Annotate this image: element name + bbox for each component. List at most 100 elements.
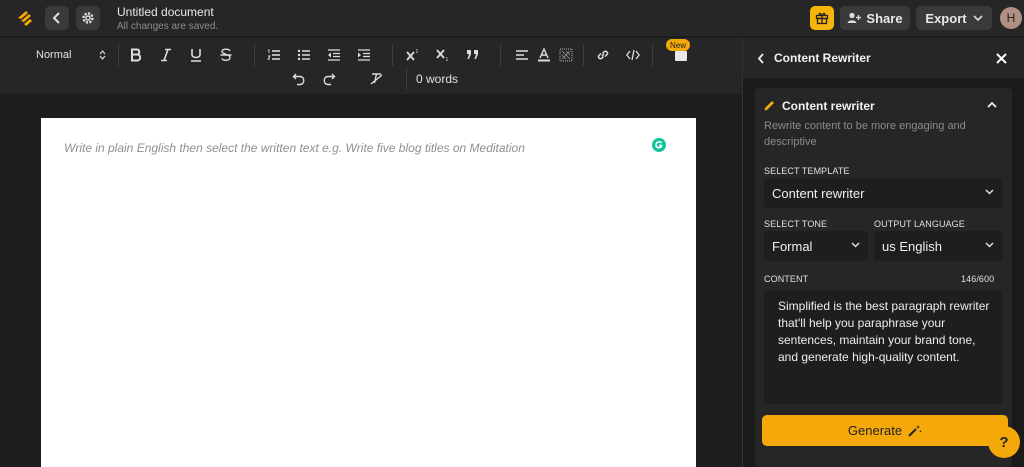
align-left-icon: [516, 50, 528, 60]
back-chevron-icon[interactable]: [757, 53, 765, 64]
bullet-list-icon: [297, 49, 310, 61]
ordered-list-icon: [267, 49, 280, 60]
bold-button[interactable]: [126, 45, 146, 65]
settings-button[interactable]: [76, 6, 100, 30]
generate-label: Generate: [847, 423, 903, 438]
toolbar-divider: [406, 68, 407, 90]
code-icon: [626, 49, 640, 61]
text-color-button[interactable]: [534, 45, 554, 65]
toolbar-divider: [500, 44, 501, 66]
ordered-list-button[interactable]: [264, 45, 284, 65]
chevron-down-icon: [985, 189, 994, 195]
toolbar-divider: [392, 44, 393, 66]
superscript-button[interactable]: 1: [403, 45, 423, 65]
chevron-up-icon[interactable]: [987, 101, 997, 108]
strikethrough-icon: [220, 48, 232, 61]
chevron-down-icon: [973, 15, 983, 22]
language-label: OUTPUT LANGUAGE: [874, 219, 965, 229]
content-label: CONTENT: [764, 274, 809, 284]
subscript-button[interactable]: 1: [433, 45, 453, 65]
tone-label: SELECT TONE: [764, 219, 828, 229]
pencil-icon: [764, 101, 774, 111]
language-value: us English: [882, 238, 942, 254]
link-icon: [597, 50, 609, 60]
card-title: Content rewriter: [782, 99, 875, 113]
chevron-down-icon: [985, 242, 994, 248]
grammarly-icon[interactable]: [652, 138, 666, 152]
indent-button[interactable]: [354, 45, 374, 65]
text-color-icon: [538, 48, 550, 62]
link-button[interactable]: [593, 45, 613, 65]
quote-icon: [467, 50, 478, 59]
simplified-logo-icon[interactable]: [14, 8, 36, 30]
template-select[interactable]: Content rewriter: [764, 178, 1002, 208]
share-label: Share: [866, 10, 903, 26]
template-value: Content rewriter: [772, 185, 865, 201]
avatar[interactable]: H: [1000, 7, 1022, 29]
code-button[interactable]: [623, 45, 643, 65]
blockquote-button[interactable]: [463, 45, 483, 65]
underline-icon: [191, 49, 201, 62]
highlight-icon: [559, 48, 573, 62]
tone-select[interactable]: Formal: [764, 231, 868, 261]
clear-format-icon: [370, 73, 383, 85]
gift-button[interactable]: [810, 6, 834, 30]
clear-format-button[interactable]: [367, 69, 387, 89]
chevron-down-icon: [851, 242, 860, 248]
outdent-button[interactable]: [324, 45, 344, 65]
add-user-icon: [847, 12, 862, 23]
underline-button[interactable]: [186, 45, 206, 65]
panel-header: Content Rewriter: [743, 38, 1024, 78]
top-bar: Untitled document All changes are saved.…: [0, 0, 1024, 37]
template-label: SELECT TEMPLATE: [764, 166, 850, 176]
grammarly-g-icon: [655, 141, 663, 149]
text-style-value: Normal: [36, 49, 72, 61]
share-button[interactable]: Share: [840, 6, 910, 30]
generate-button[interactable]: Generate: [762, 415, 1008, 446]
panel-title: Content Rewriter: [774, 51, 871, 65]
back-button[interactable]: [45, 6, 69, 30]
italic-icon: [161, 48, 171, 62]
toolbar-divider: [583, 44, 584, 66]
svg-text:1: 1: [446, 57, 449, 62]
document-title[interactable]: Untitled document: [117, 5, 214, 19]
redo-button[interactable]: [319, 69, 339, 89]
language-select[interactable]: us English: [874, 231, 1002, 261]
toolbar-divider: [254, 44, 255, 66]
save-status: All changes are saved.: [117, 21, 219, 32]
tone-value: Formal: [772, 238, 813, 254]
magic-wand-icon: [908, 425, 922, 437]
highlight-button[interactable]: [556, 45, 576, 65]
content-textarea[interactable]: Simplified is the best paragraph rewrite…: [764, 290, 1002, 404]
strikethrough-button[interactable]: [216, 45, 236, 65]
italic-button[interactable]: [156, 45, 176, 65]
bold-icon: [131, 48, 142, 62]
outdent-icon: [328, 49, 340, 61]
new-feature-icon[interactable]: [675, 51, 687, 61]
subscript-icon: 1: [436, 49, 449, 62]
undo-icon: [292, 73, 305, 86]
indent-icon: [358, 49, 370, 61]
help-button[interactable]: ?: [988, 426, 1020, 458]
close-icon[interactable]: [996, 53, 1007, 64]
gear-icon: [82, 12, 94, 24]
toolbar-divider: [118, 44, 119, 66]
svg-text:1: 1: [416, 49, 419, 55]
chevron-left-icon: [52, 12, 60, 24]
text-style-select[interactable]: Normal: [36, 45, 106, 65]
undo-button[interactable]: [289, 69, 309, 89]
content-char-count: 146/600: [961, 274, 995, 284]
updown-icon: [99, 50, 106, 60]
export-button[interactable]: Export: [916, 6, 992, 30]
word-count: 0 words: [416, 72, 459, 86]
superscript-icon: 1: [406, 49, 419, 61]
new-badge: New: [666, 39, 690, 51]
editor-placeholder: Write in plain English then select the w…: [64, 141, 525, 155]
bullet-list-button[interactable]: [294, 45, 314, 65]
editor-toolbar: Normal 1 1 New 0 words: [0, 38, 742, 94]
align-button[interactable]: [512, 45, 532, 65]
rewriter-card: Content rewriter Rewrite content to be m…: [755, 88, 1012, 467]
document-page[interactable]: Write in plain English then select the w…: [41, 118, 696, 467]
gift-icon: [815, 12, 829, 25]
export-label: Export: [925, 10, 967, 26]
